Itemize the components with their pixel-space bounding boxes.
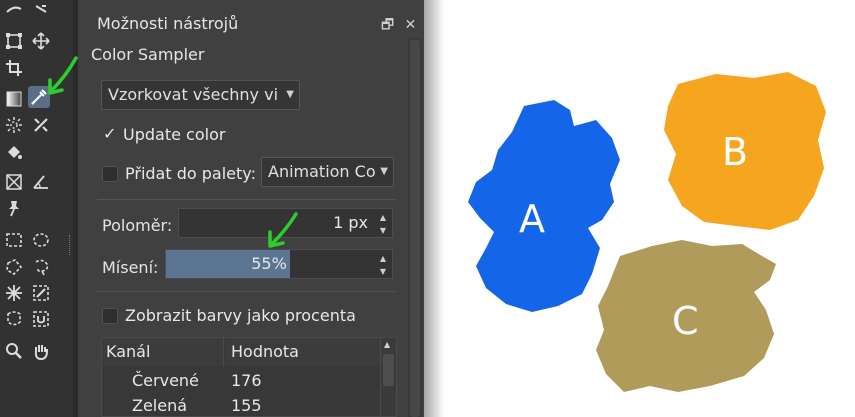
freehand-icon[interactable]	[5, 0, 23, 13]
swatch-c-label: C	[672, 299, 699, 343]
show-percent-checkbox[interactable]	[102, 308, 118, 324]
fill-icon[interactable]	[5, 143, 23, 161]
smart-patch-icon[interactable]	[5, 116, 23, 134]
pan-icon[interactable]	[32, 342, 50, 360]
add-to-palette-label[interactable]: Přidat do palety:	[125, 164, 256, 183]
palette-select[interactable]: Animation Co ▼	[261, 157, 394, 187]
swatch-a-label: A	[519, 197, 545, 241]
bezier-select-icon[interactable]	[5, 310, 23, 328]
scroll-up-icon[interactable]: ▲	[384, 340, 390, 349]
tool-name: Color Sampler	[91, 45, 205, 64]
chevron-down-icon: ▼	[286, 89, 294, 100]
tool-options-panel: Možnosti nástrojů 🗗 ✕ Color Sampler Vzor…	[78, 0, 424, 417]
float-icon[interactable]: 🗗	[381, 17, 394, 33]
zoom-icon[interactable]	[5, 342, 23, 360]
update-color-checkbox[interactable]: ✓	[103, 124, 116, 143]
divider	[97, 199, 395, 200]
assistant-icon[interactable]	[5, 173, 23, 191]
sample-mode-select[interactable]: Vzorkovat všechny vi ▼	[101, 80, 300, 110]
channel-cell: Červené	[132, 371, 199, 390]
palette-value: Animation Co	[268, 162, 376, 181]
poly-select-icon[interactable]	[5, 258, 23, 276]
show-percent-label[interactable]: Zobrazit barvy jako procenta	[125, 306, 356, 325]
panel-scrollbar-thumb[interactable]	[410, 40, 420, 417]
reference-icon[interactable]	[5, 199, 23, 217]
gradient-icon[interactable]	[5, 90, 23, 108]
table-row[interactable]: Červené 176	[102, 368, 382, 393]
column-header-value[interactable]: Hodnota	[225, 338, 381, 366]
blend-value: 55%	[251, 254, 287, 273]
close-icon[interactable]: ✕	[405, 17, 417, 33]
radius-value: 1 px	[333, 213, 368, 232]
add-to-palette-checkbox[interactable]	[102, 166, 118, 182]
chevron-down-icon: ▼	[380, 166, 388, 177]
table-scrollbar-thumb[interactable]	[383, 354, 394, 386]
panel-title-buttons: 🗗 ✕	[381, 14, 416, 38]
channel-cell: Zelená	[132, 396, 188, 415]
green-arrow-icon	[48, 56, 78, 95]
crop-icon[interactable]	[5, 59, 23, 77]
similar-select-icon[interactable]	[32, 284, 50, 302]
table-row[interactable]: Zelená 155	[102, 393, 382, 417]
toolbox-grip[interactable]	[69, 235, 71, 255]
transform-box-icon[interactable]	[5, 32, 23, 50]
spin-buttons[interactable]: ▲ ▼	[376, 252, 390, 278]
freehand-select-icon[interactable]	[32, 258, 50, 276]
value-cell: 176	[231, 371, 262, 390]
contiguous-select-icon[interactable]	[5, 284, 23, 302]
magnetic-select-icon[interactable]	[32, 310, 50, 328]
panel-shadow	[424, 0, 444, 417]
measure-icon[interactable]	[32, 173, 50, 191]
sample-mode-value: Vzorkovat všechny vi	[108, 85, 279, 104]
column-header-channel[interactable]: Kanál	[102, 338, 224, 366]
green-arrow-icon	[268, 212, 298, 248]
divider	[97, 291, 395, 292]
multibrush-icon[interactable]	[32, 116, 50, 134]
ellipse-select-icon[interactable]	[32, 231, 50, 249]
update-color-label[interactable]: Update color	[123, 125, 225, 144]
transform-icon[interactable]	[32, 0, 50, 13]
spin-buttons[interactable]: ▲ ▼	[376, 211, 390, 237]
table-scrollbar[interactable]: ▲	[380, 338, 396, 416]
channel-table: Kanál Hodnota Červené 176 Zelená 155 ▲	[101, 337, 397, 417]
radius-label: Poloměr:	[102, 216, 173, 235]
blend-label: Mísení:	[102, 258, 159, 277]
panel-title: Možnosti nástrojů	[97, 14, 239, 33]
value-cell: 155	[231, 396, 262, 415]
move-icon[interactable]	[32, 32, 50, 50]
rect-select-icon[interactable]	[5, 231, 23, 249]
swatch-b-label: B	[722, 130, 749, 174]
